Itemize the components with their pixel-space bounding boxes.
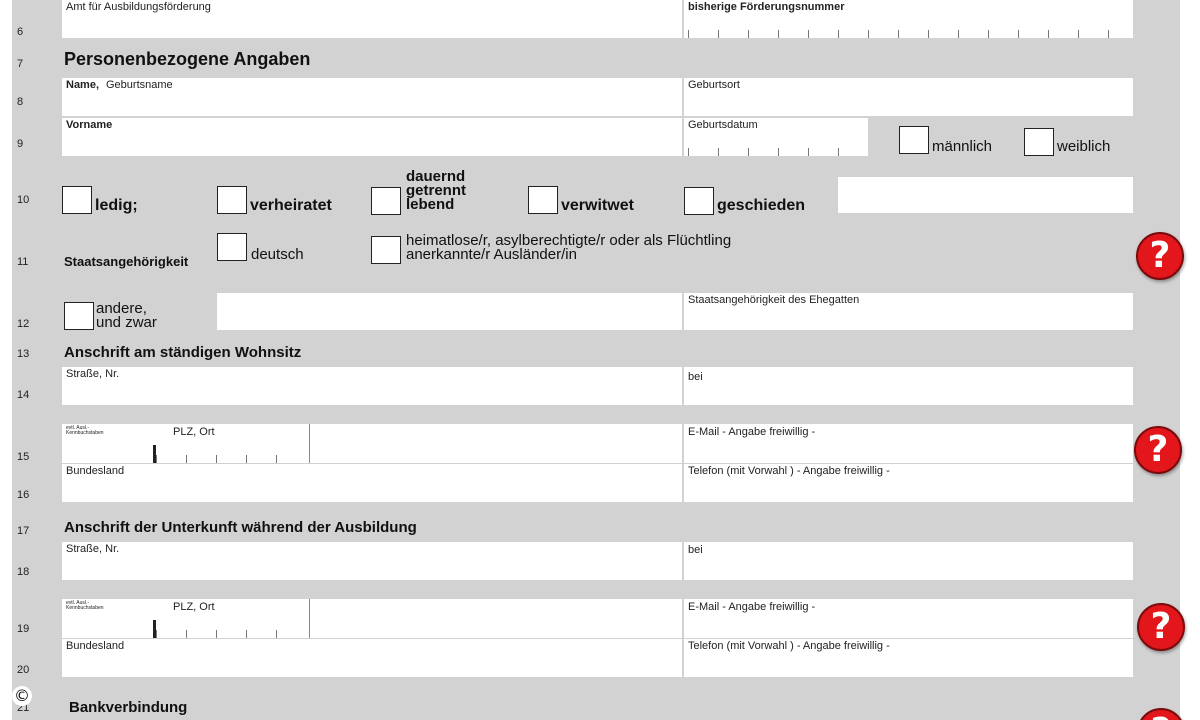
section-heading-bank: Bankverbindung: [69, 699, 188, 716]
form-page: 6 7 8 9 10 11 12 13 14 15 16 17 18 19 20…: [0, 0, 1200, 720]
andere-label: andere, und zwar: [96, 301, 157, 331]
line-number: 12: [17, 318, 30, 330]
bei-label: bei: [688, 544, 703, 556]
geburtsort-label: Geburtsort: [688, 79, 740, 91]
geburtsdatum-field[interactable]: Geburtsdatum: [684, 118, 868, 156]
line-number: 19: [17, 623, 30, 635]
deutsch-label: deutsch: [251, 246, 304, 263]
field-divider: [309, 599, 310, 638]
accommodation-bundesland-field[interactable]: Bundesland: [62, 639, 682, 677]
male-label: männlich: [932, 138, 993, 155]
staatsangehoerigkeit-label: Staatsangehörigkeit: [64, 254, 189, 269]
ledig-checkbox[interactable]: [62, 186, 92, 214]
vorname-label: Vorname: [66, 119, 113, 131]
getrennt-label: dauernd getrennt lebend: [406, 169, 466, 213]
residence-bundesland-field[interactable]: Bundesland: [62, 464, 682, 502]
telefon-label: Telefon (mit Vorwahl ) - Angabe freiwill…: [688, 640, 890, 652]
digit-comb: [688, 148, 862, 156]
copyright-icon: ©: [12, 686, 32, 706]
accommodation-street-field[interactable]: Straße, Nr.: [62, 542, 682, 580]
kennbuchstaben-line: Kennbuchstaben: [66, 605, 104, 611]
deutsch-checkbox[interactable]: [217, 233, 247, 261]
accommodation-bei-field[interactable]: bei: [684, 542, 1133, 580]
geschieden-checkbox[interactable]: [684, 187, 714, 215]
digit-comb: [156, 455, 306, 463]
email-label: E-Mail - Angabe freiwillig -: [688, 426, 816, 438]
line-number: 10: [17, 194, 30, 206]
help-icon[interactable]: ?: [1134, 426, 1182, 474]
line-number: 13: [17, 348, 30, 360]
ehegatte-nationality-field[interactable]: Staatsangehörigkeit des Ehegatten: [684, 293, 1133, 330]
street-label: Straße, Nr.: [66, 543, 120, 555]
heimatlos-label: heimatlose/r, asylberechtigte/r oder als…: [406, 233, 731, 263]
line-number: 9: [17, 138, 24, 150]
geschieden-label: geschieden: [717, 197, 806, 214]
name-field[interactable]: Name, Geburtsname: [62, 78, 682, 116]
email-label: E-Mail - Angabe freiwillig -: [688, 601, 816, 613]
plz-label: PLZ, Ort: [173, 601, 215, 613]
name-label: Name,: [66, 79, 100, 91]
ledig-label: ledig;: [95, 197, 138, 214]
digit-comb: [688, 30, 1123, 38]
residence-street-field[interactable]: Straße, Nr.: [62, 367, 682, 405]
foerderungsnummer-field[interactable]: bisherige Förderungsnummer: [684, 0, 1133, 38]
digit-comb: [156, 630, 306, 638]
section-heading-accommodation: Anschrift der Unterkunft während der Aus…: [64, 519, 417, 536]
line-number: 18: [17, 566, 30, 578]
female-checkbox[interactable]: [1024, 128, 1054, 156]
line-number: 16: [17, 489, 30, 501]
geburtsname-label: Geburtsname: [106, 79, 173, 91]
line-number: 6: [17, 26, 24, 38]
residence-telefon-field[interactable]: Telefon (mit Vorwahl ) - Angabe freiwill…: [684, 464, 1133, 502]
andere-label-line: und zwar: [96, 314, 157, 331]
verheiratet-checkbox[interactable]: [217, 186, 247, 214]
kennbuchstaben-label: evtl. Ausl.- Kennbuchstaben: [66, 426, 104, 436]
line-number: 11: [17, 256, 29, 268]
residence-bei-field[interactable]: bei: [684, 367, 1133, 405]
getrennt-checkbox[interactable]: [371, 187, 401, 215]
heimatlos-label-line: anerkannte/r Ausländer/in: [406, 246, 577, 263]
line-number: 7: [17, 58, 24, 70]
verwitwet-label: verwitwet: [561, 197, 634, 214]
andere-checkbox[interactable]: [64, 302, 94, 330]
line-number: 14: [17, 389, 30, 401]
kennbuchstaben-line: Kennbuchstaben: [66, 430, 104, 436]
telefon-label: Telefon (mit Vorwahl ) - Angabe freiwill…: [688, 465, 890, 477]
street-label: Straße, Nr.: [66, 368, 120, 380]
residence-email-field[interactable]: E-Mail - Angabe freiwillig -: [684, 424, 1133, 463]
line-number: 15: [17, 451, 30, 463]
bundesland-label: Bundesland: [66, 465, 125, 477]
geburtsort-field[interactable]: Geburtsort: [684, 78, 1133, 116]
male-checkbox[interactable]: [899, 126, 929, 154]
plz-label: PLZ, Ort: [173, 426, 215, 438]
line-number: 8: [17, 96, 24, 108]
foerderungsnummer-label: bisherige Förderungsnummer: [688, 1, 845, 13]
getrennt-label-line: lebend: [406, 196, 455, 213]
kennbuchstaben-label: evtl. Ausl.- Kennbuchstaben: [66, 601, 104, 611]
accommodation-plz-field[interactable]: evtl. Ausl.- Kennbuchstaben PLZ, Ort: [62, 599, 682, 638]
marital-date-field[interactable]: [838, 177, 1133, 213]
line-number: 17: [17, 525, 30, 537]
residence-plz-field[interactable]: evtl. Ausl.- Kennbuchstaben PLZ, Ort: [62, 424, 682, 463]
accommodation-telefon-field[interactable]: Telefon (mit Vorwahl ) - Angabe freiwill…: [684, 639, 1133, 677]
section-heading-residence: Anschrift am ständigen Wohnsitz: [64, 344, 302, 361]
verwitwet-checkbox[interactable]: [528, 186, 558, 214]
bundesland-label: Bundesland: [66, 640, 125, 652]
line-number: 20: [17, 664, 30, 676]
ehegatte-nationality-label: Staatsangehörigkeit des Ehegatten: [688, 294, 860, 306]
accommodation-email-field[interactable]: E-Mail - Angabe freiwillig -: [684, 599, 1133, 638]
amt-label: Amt für Ausbildungsförderung: [66, 1, 211, 13]
andere-nationality-field[interactable]: [217, 293, 682, 330]
amt-field[interactable]: Amt für Ausbildungsförderung: [62, 0, 682, 38]
bei-label: bei: [688, 371, 703, 383]
help-icon[interactable]: ?: [1137, 603, 1185, 651]
vorname-field[interactable]: Vorname: [62, 118, 682, 156]
geburtsdatum-label: Geburtsdatum: [688, 119, 758, 131]
verheiratet-label: verheiratet: [250, 197, 332, 214]
field-divider: [309, 424, 310, 463]
female-label: weiblich: [1057, 138, 1111, 155]
heimatlos-checkbox[interactable]: [371, 236, 401, 264]
section-heading-personal: Personenbezogene Angaben: [64, 49, 311, 69]
help-icon[interactable]: ?: [1136, 232, 1184, 280]
